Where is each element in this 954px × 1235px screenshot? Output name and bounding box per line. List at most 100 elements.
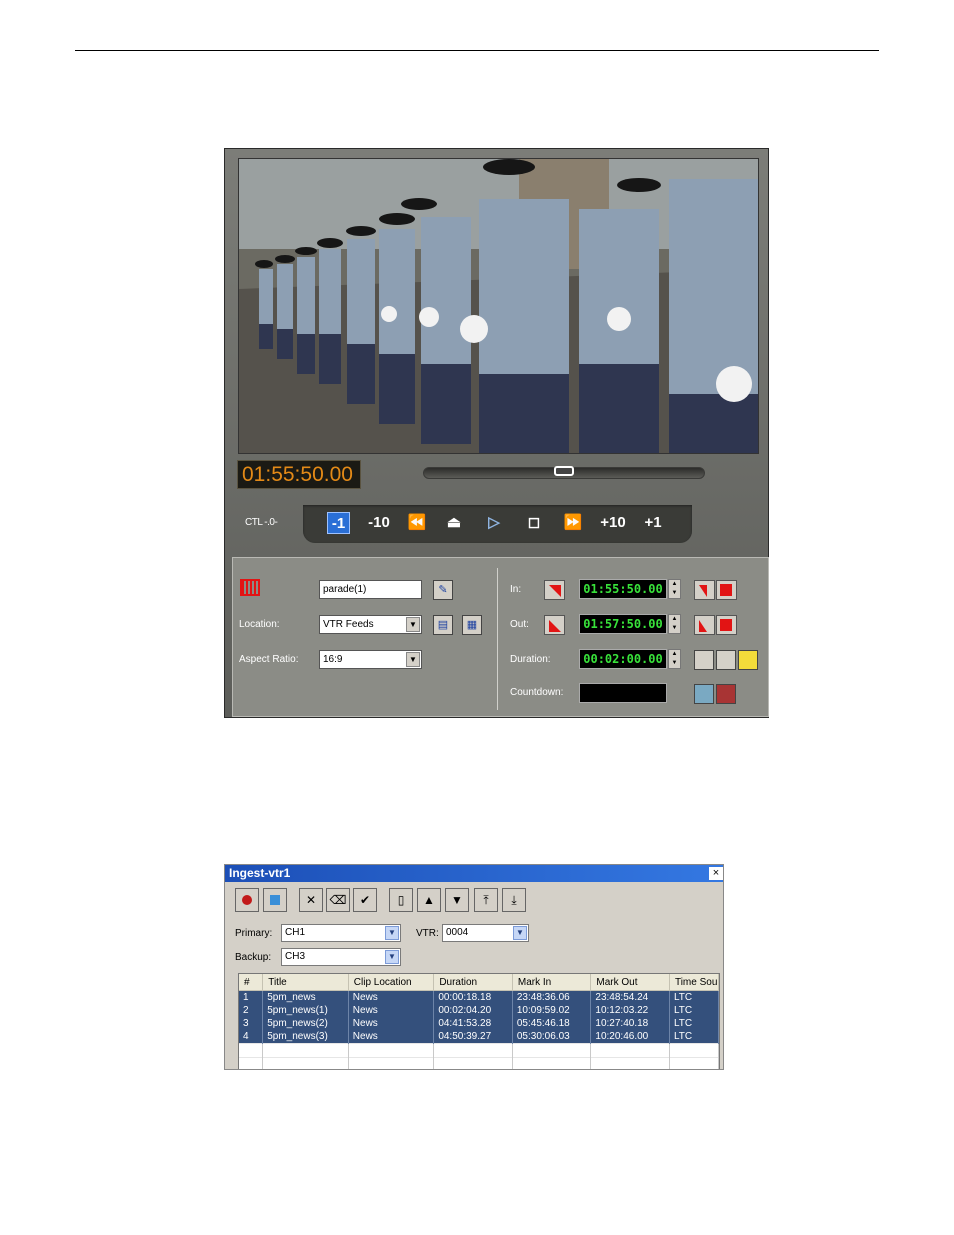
- ingest-list: # Title Clip Location Duration Mark In M…: [238, 973, 720, 1069]
- col-clip-location[interactable]: Clip Location: [348, 974, 435, 991]
- col-title[interactable]: Title: [262, 974, 349, 991]
- empty-row[interactable]: [239, 1057, 719, 1069]
- table-row[interactable]: 1 5pm_news News 00:00:18.18 23:48:36.06 …: [239, 990, 719, 1004]
- vtr-select[interactable]: 0004 ▼: [442, 924, 529, 942]
- camera-icon[interactable]: [694, 684, 714, 704]
- stop-icon[interactable]: ◻: [523, 512, 545, 534]
- goto-out-button[interactable]: [694, 615, 715, 635]
- close-icon[interactable]: ×: [709, 867, 723, 880]
- video-frame-image: [239, 159, 758, 453]
- step-forward-1-button[interactable]: +1: [641, 512, 665, 534]
- fast-forward-icon[interactable]: ⏩: [561, 512, 585, 534]
- record-button[interactable]: [235, 888, 259, 912]
- cell: LTC: [669, 990, 719, 1004]
- clear-in-button[interactable]: [716, 580, 737, 600]
- cell: 4: [239, 1030, 264, 1044]
- location-value: VTR Feeds: [323, 619, 374, 630]
- header-row: # Title Clip Location Duration Mark In M…: [239, 974, 719, 991]
- scrub-handle[interactable]: [554, 466, 574, 476]
- clear-in-icon: [720, 584, 732, 596]
- film-clip-icon: [240, 579, 260, 596]
- col-number[interactable]: #: [239, 974, 264, 991]
- cell: 10:20:46.00: [590, 1030, 670, 1044]
- cell: 5pm_news: [262, 990, 349, 1004]
- cell: 3: [239, 1017, 264, 1030]
- cell: News: [348, 1017, 435, 1030]
- empty-row[interactable]: [239, 1043, 719, 1058]
- move-up-icon[interactable]: ▲: [417, 888, 441, 912]
- aspect-ratio-value: 16:9: [323, 654, 343, 665]
- transport-controls: -1 -10 ⏪ ⏏ ▷ ◻ ⏩ +10 +1: [303, 505, 692, 543]
- table-row[interactable]: 2 5pm_news(1) News 00:02:04.20 10:09:59.…: [239, 1004, 719, 1017]
- tape-icon[interactable]: [694, 650, 714, 670]
- current-timecode: 01:55:50.00: [237, 460, 361, 489]
- backup-select[interactable]: CH3 ▼: [281, 948, 401, 966]
- backup-label: Backup:: [235, 952, 272, 963]
- play-icon[interactable]: ▷: [483, 512, 505, 534]
- goto-in-button[interactable]: [694, 580, 715, 600]
- scrub-bar[interactable]: [423, 466, 705, 479]
- out-timecode[interactable]: 01:57:50.00: [579, 614, 667, 634]
- cell: 00:02:04.20: [433, 1004, 513, 1017]
- chevron-down-icon[interactable]: ▼: [513, 926, 527, 940]
- search-icon[interactable]: [738, 650, 758, 670]
- duration-timecode[interactable]: 00:02:00.00: [579, 649, 667, 669]
- goto-in-icon: [699, 585, 707, 597]
- step-back-10-button[interactable]: -10: [365, 512, 393, 534]
- clip-properties-panel: parade(1) ✎ Location: VTR Feeds ▼ ▤ ▦ As…: [232, 557, 769, 717]
- chevron-down-icon[interactable]: ▼: [406, 617, 420, 632]
- out-spinner[interactable]: ▲ ▼: [668, 614, 681, 634]
- mark-out-button[interactable]: [544, 615, 565, 635]
- copy-icon[interactable]: ▯: [389, 888, 413, 912]
- mark-in-button[interactable]: [544, 580, 565, 600]
- delete-icon[interactable]: ✕: [299, 888, 323, 912]
- clear-out-button[interactable]: [716, 615, 737, 635]
- clip-name-input[interactable]: parade(1): [319, 580, 422, 599]
- vtr-label: VTR:: [416, 928, 439, 939]
- aspect-ratio-select[interactable]: 16:9 ▼: [319, 650, 422, 669]
- rewind-icon[interactable]: ⏪: [405, 512, 429, 534]
- col-duration[interactable]: Duration: [433, 974, 513, 991]
- location-select[interactable]: VTR Feeds ▼: [319, 615, 422, 634]
- step-forward-10-button[interactable]: +10: [599, 512, 627, 534]
- chevron-down-icon[interactable]: ▼: [385, 926, 399, 940]
- cell: 00:00:18.18: [433, 990, 513, 1004]
- out-label: Out:: [510, 619, 529, 630]
- cell: 05:30:06.03: [512, 1030, 592, 1044]
- in-timecode[interactable]: 01:55:50.00: [579, 579, 667, 599]
- page-header-rule: [75, 50, 879, 51]
- primary-value: CH1: [285, 927, 306, 938]
- move-top-icon[interactable]: ⤒: [474, 888, 498, 912]
- primary-select[interactable]: CH1 ▼: [281, 924, 401, 942]
- cell: 10:27:40.18: [590, 1017, 670, 1030]
- record-icon: [242, 895, 252, 905]
- browse-location-icon[interactable]: ▤: [433, 615, 453, 635]
- clear-out-icon: [720, 619, 732, 631]
- eraser-icon[interactable]: ⌫: [326, 888, 350, 912]
- in-label: In:: [510, 584, 522, 595]
- goto-out-icon: [699, 620, 707, 632]
- cell: 05:45:46.18: [512, 1017, 592, 1030]
- edit-clip-icon[interactable]: ✎: [433, 580, 453, 600]
- table-row[interactable]: 3 5pm_news(2) News 04:41:53.28 05:45:46.…: [239, 1017, 719, 1030]
- check-icon[interactable]: ✔: [353, 888, 377, 912]
- cell: 2: [239, 1004, 264, 1017]
- new-bin-icon[interactable]: ▦: [462, 615, 482, 635]
- col-time-source[interactable]: Time Sou: [669, 974, 719, 991]
- step-back-1-button[interactable]: -1: [327, 512, 350, 534]
- ctl-readout: CTL -.0-: [245, 517, 278, 528]
- col-mark-in[interactable]: Mark In: [512, 974, 592, 991]
- clip-settings-icon[interactable]: [716, 650, 736, 670]
- move-down-icon[interactable]: ▼: [445, 888, 469, 912]
- duration-spinner[interactable]: ▲ ▼: [668, 649, 681, 669]
- chevron-down-icon[interactable]: ▼: [385, 950, 399, 964]
- in-spinner[interactable]: ▲ ▼: [668, 579, 681, 599]
- eject-icon[interactable]: ⏏: [443, 512, 465, 534]
- col-mark-out[interactable]: Mark Out: [590, 974, 670, 991]
- table-row[interactable]: 4 5pm_news(3) News 04:50:39.27 05:30:06.…: [239, 1030, 719, 1044]
- stop-button[interactable]: [263, 888, 287, 912]
- chevron-down-icon[interactable]: ▼: [406, 652, 420, 667]
- move-bottom-icon[interactable]: ⤓: [502, 888, 526, 912]
- cell: News: [348, 1030, 435, 1044]
- record-search-icon[interactable]: [716, 684, 736, 704]
